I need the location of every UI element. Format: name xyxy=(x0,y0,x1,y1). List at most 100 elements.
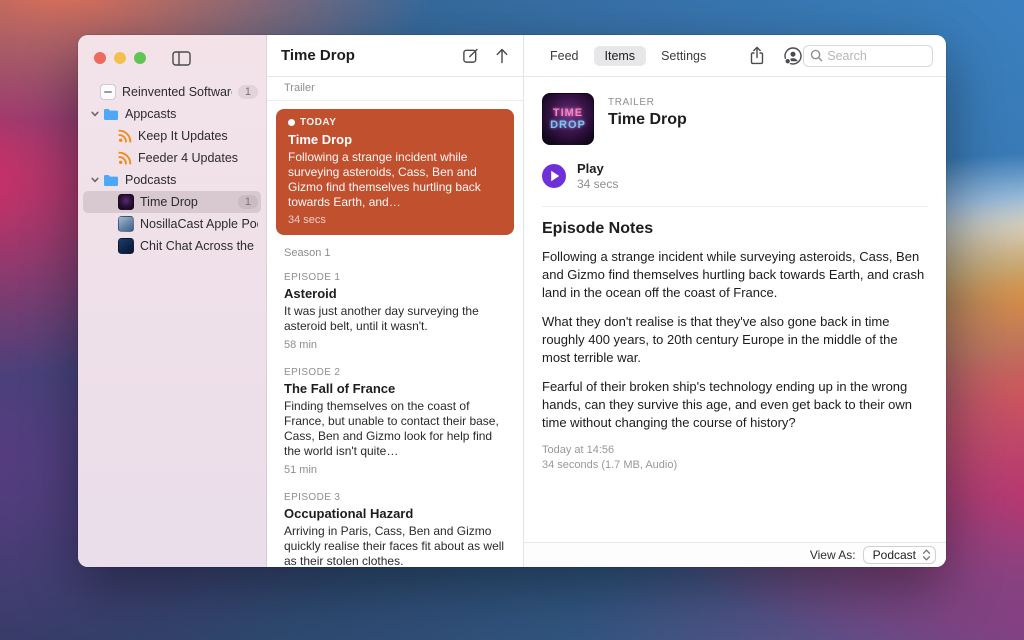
episode-description: Following a strange incident while surve… xyxy=(288,150,502,210)
list-pane-header: Time Drop xyxy=(267,35,523,77)
folder-icon xyxy=(103,108,119,121)
detail-pane: Feed Items Settings xyxy=(524,35,946,567)
sidebar-item-label: Chit Chat Across the Po… xyxy=(140,239,258,253)
search-field[interactable] xyxy=(803,45,933,67)
sidebar-item-label: Feeder 4 Updates xyxy=(138,151,258,165)
sidebar-item-chit-chat[interactable]: Chit Chat Across the Po… xyxy=(78,235,266,257)
feed-title: Time Drop xyxy=(281,47,446,64)
episode-row-1[interactable]: EPISODE 1 Asteroid It was just another d… xyxy=(267,265,523,360)
episode-description: Finding themselves on the coast of Franc… xyxy=(284,399,506,459)
sidebar-item-label: NosillaCast Apple Podc… xyxy=(140,217,258,231)
sidebar-item-keep-it-updates[interactable]: Keep It Updates xyxy=(78,125,266,147)
sidebar-item-label: Time Drop xyxy=(140,195,232,209)
toggle-sidebar-button[interactable] xyxy=(172,51,191,66)
divider xyxy=(542,206,928,207)
publish-button[interactable] xyxy=(495,47,509,64)
sidebar-item-feeder-4-updates[interactable]: Feeder 4 Updates xyxy=(78,147,266,169)
episode-detail-content: TIME DROP TRAILER Time Drop Play 34 secs xyxy=(524,77,946,542)
sidebar-item-reinvented-software[interactable]: Reinvented Software 1 xyxy=(78,81,266,103)
folder-icon xyxy=(103,174,119,187)
tab-settings[interactable]: Settings xyxy=(650,46,717,66)
tab-items[interactable]: Items xyxy=(594,46,647,66)
share-button[interactable] xyxy=(749,46,765,65)
episode-description: Arriving in Paris, Cass, Ben and Gizmo q… xyxy=(284,524,506,567)
sidebar-item-label: Keep It Updates xyxy=(138,129,258,143)
episode-list-pane: Time Drop Trailer TODAY Time Drop Follow… xyxy=(267,35,524,567)
titlebar-controls xyxy=(78,35,266,65)
view-tabs: Feed Items Settings xyxy=(539,46,717,66)
episode-row-2[interactable]: EPISODE 2 The Fall of France Finding the… xyxy=(267,360,523,485)
unread-dot-icon xyxy=(288,119,295,126)
episode-description: It was just another day surveying the as… xyxy=(284,304,506,334)
chevron-down-icon[interactable] xyxy=(90,175,100,185)
sidebar-item-podcasts-folder[interactable]: Podcasts xyxy=(78,169,266,191)
close-window-button[interactable] xyxy=(94,52,106,64)
chit-chat-artwork-thumbnail xyxy=(118,238,134,254)
episode-kicker: EPISODE 2 xyxy=(284,367,506,378)
episode-row-trailer-selected[interactable]: TODAY Time Drop Following a strange inci… xyxy=(276,109,514,235)
rss-icon xyxy=(118,129,132,143)
sidebar-icon xyxy=(172,51,191,66)
episode-kicker: TODAY xyxy=(288,117,502,128)
play-duration: 34 secs xyxy=(577,177,618,191)
episode-duration: 51 min xyxy=(284,464,506,476)
sidebar-item-nosillacast[interactable]: NosillaCast Apple Podc… xyxy=(78,213,266,235)
arrow-up-icon xyxy=(495,47,509,64)
episode-kicker: EPISODE 1 xyxy=(284,272,506,283)
time-drop-artwork-thumbnail xyxy=(118,194,134,210)
episode-title: Asteroid xyxy=(284,286,506,301)
artwork-text-drop: DROP xyxy=(550,119,586,131)
notes-paragraph: Fearful of their broken ship's technolog… xyxy=(542,378,928,432)
episode-duration: 34 secs xyxy=(288,214,502,226)
nosillacast-artwork-thumbnail xyxy=(118,216,134,232)
episode-title: Time Drop xyxy=(288,132,502,147)
rss-icon xyxy=(118,151,132,165)
sidebar-item-time-drop[interactable]: Time Drop 1 xyxy=(78,191,266,213)
zoom-window-button[interactable] xyxy=(134,52,146,64)
episode-notes-heading: Episode Notes xyxy=(542,220,928,238)
sidebar-item-label: Reinvented Software xyxy=(122,85,232,99)
play-icon xyxy=(550,170,560,182)
popup-chevrons-icon xyxy=(922,548,931,562)
detail-pane-header: Feed Items Settings xyxy=(524,35,946,77)
chevron-down-icon[interactable] xyxy=(90,109,100,119)
search-input[interactable] xyxy=(827,49,926,63)
compose-button[interactable] xyxy=(462,47,479,64)
episode-title: Occupational Hazard xyxy=(284,506,506,521)
play-button[interactable] xyxy=(542,164,566,188)
app-window-icon xyxy=(100,84,116,100)
app-window: Reinvented Software 1 Appcasts Keep It U… xyxy=(78,35,946,567)
episode-date-label: TODAY xyxy=(300,117,336,128)
notes-paragraph: What they don't realise is that they've … xyxy=(542,313,928,367)
episode-duration: 58 min xyxy=(284,339,506,351)
user-circle-icon xyxy=(783,46,803,66)
sidebar-item-appcasts-folder[interactable]: Appcasts xyxy=(78,103,266,125)
play-label: Play xyxy=(577,161,618,176)
episode-row-3[interactable]: EPISODE 3 Occupational Hazard Arriving i… xyxy=(267,485,523,567)
tab-feed[interactable]: Feed xyxy=(539,46,590,66)
view-as-label: View As: xyxy=(810,548,856,562)
unread-badge: 1 xyxy=(238,85,258,99)
episode-detail-title: Time Drop xyxy=(608,111,687,129)
compose-icon xyxy=(462,47,479,64)
view-as-value: Podcast xyxy=(873,548,916,562)
share-icon xyxy=(749,46,765,65)
episode-type-label: TRAILER xyxy=(608,97,687,108)
episode-title: The Fall of France xyxy=(284,381,506,396)
feed-list: Reinvented Software 1 Appcasts Keep It U… xyxy=(78,81,266,257)
section-header-season-1: Season 1 xyxy=(267,237,523,265)
file-info: 34 seconds (1.7 MB, Audio) xyxy=(542,458,928,473)
artwork-text-time: TIME xyxy=(553,107,583,119)
search-icon xyxy=(810,49,823,62)
unread-badge: 1 xyxy=(238,195,258,209)
view-as-popup[interactable]: Podcast xyxy=(863,546,936,564)
section-header-trailer: Trailer xyxy=(267,77,523,101)
sidebar-item-label: Podcasts xyxy=(125,173,258,187)
minimize-window-button[interactable] xyxy=(114,52,126,64)
sidebar: Reinvented Software 1 Appcasts Keep It U… xyxy=(78,35,267,567)
episode-artwork: TIME DROP xyxy=(542,93,594,145)
account-button[interactable] xyxy=(783,46,803,66)
detail-footer-bar: View As: Podcast xyxy=(524,542,946,567)
notes-paragraph: Following a strange incident while surve… xyxy=(542,248,928,302)
desktop-wallpaper: Reinvented Software 1 Appcasts Keep It U… xyxy=(0,0,1024,640)
